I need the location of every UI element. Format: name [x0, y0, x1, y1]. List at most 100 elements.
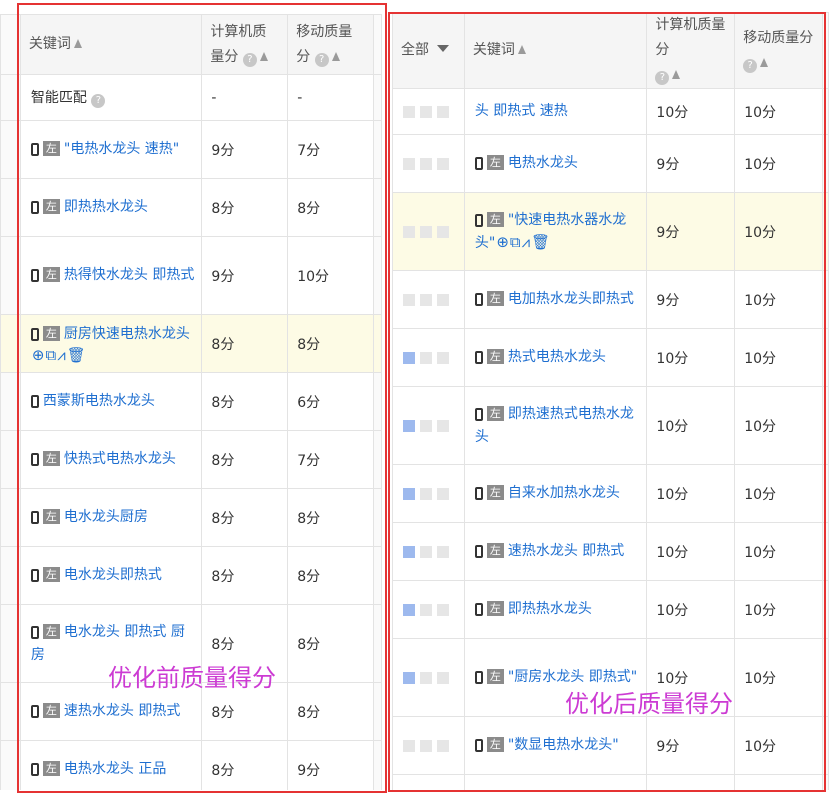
help-icon[interactable]: ?	[314, 52, 329, 67]
quality-bar	[403, 739, 415, 752]
trash-icon[interactable]: 🗑	[67, 346, 86, 364]
table-row[interactable]: 左 "数显电热水龙头" 9分 10分	[392, 716, 829, 775]
copy-icon[interactable]: ⧉	[46, 346, 57, 364]
table-row[interactable]: 左 "电热水龙头 速热" 9分 7分	[0, 120, 382, 179]
mobile-score: 10分	[734, 638, 823, 717]
table-row[interactable]: 头 即热式 速热 10分 10分	[392, 88, 829, 135]
pc-score: 9分	[646, 716, 736, 775]
after-header-pc-score[interactable]: 计算机质量分 ?	[646, 12, 736, 89]
table-row[interactable]: 西蒙斯电热水龙头 8分 6分	[0, 372, 382, 431]
left-badge: 左	[486, 543, 504, 558]
trash-icon[interactable]: 🗑	[531, 233, 550, 251]
quality-bar	[437, 157, 449, 170]
quality-bar	[403, 157, 415, 170]
quality-bar	[420, 487, 432, 500]
quality-bar	[403, 225, 415, 238]
table-row[interactable]: 左厨房快速电热水龙头 ⊕⧉⩘🗑 8分 8分	[0, 314, 382, 373]
mobile-score-header-label: 移动质量分	[743, 29, 814, 46]
smart-match-label: 智能匹配	[30, 90, 87, 106]
mobile-score: 8分	[287, 546, 374, 605]
table-row[interactable]: 左即热速热式电热水龙头 10分 10分	[392, 386, 829, 465]
left-badge: 左	[486, 485, 504, 500]
left-badge: 左	[42, 509, 60, 524]
help-icon[interactable]: ?	[242, 52, 257, 67]
quality-bar	[420, 603, 432, 616]
left-badge: 左	[42, 267, 60, 282]
sort-up-icon[interactable]	[672, 70, 681, 79]
sort-up-icon[interactable]	[760, 57, 769, 67]
pc-score: 8分	[201, 546, 289, 605]
after-header-keyword[interactable]: 关键词	[463, 12, 648, 89]
keyword-link[interactable]: 电水龙头厨房	[64, 509, 148, 525]
pc-score: 10分	[646, 580, 736, 639]
keyword-link[interactable]: 电热水龙头	[508, 155, 578, 171]
table-row[interactable]: 左电水龙头厨房 8分 8分	[0, 488, 382, 547]
table-row[interactable]: 左即热热水龙头 8分 8分	[0, 178, 382, 237]
keyword-link[interactable]: 快热式电热水龙头	[64, 451, 176, 467]
left-badge: 左	[486, 211, 504, 227]
phone-icon	[30, 328, 39, 341]
table-row[interactable]: 左速热水龙头 即热式 10分 10分	[392, 522, 829, 581]
filter-dropdown-all[interactable]: 全部	[392, 12, 465, 89]
table-row[interactable]: 左 "快速电热水器水龙头"⊕⧉⩘🗑 9分 10分	[392, 192, 829, 271]
table-row[interactable]: 左热得快水龙头 即热式 9分 10分	[0, 236, 382, 315]
table-row[interactable]: 左电热水龙头 正品 8分 9分	[0, 740, 382, 790]
keyword-link[interactable]: 热得快水龙头 即热式	[64, 267, 194, 283]
keyword-link[interactable]: 速热水龙头 即热式	[64, 703, 180, 719]
table-row[interactable]: 左电热水龙头 9分 10分	[392, 134, 829, 193]
quality-bar	[420, 157, 432, 170]
table-row[interactable]: 左电水龙头即热式 8分 8分	[0, 546, 382, 605]
before-header-mobile-score[interactable]: 移动质量分 ?	[287, 14, 374, 75]
target-icon[interactable]: ⊕	[496, 233, 509, 251]
keyword-link[interactable]: 速热水龙头 即热式	[508, 543, 624, 559]
keyword-link[interactable]: 热式电热水龙头	[508, 349, 606, 365]
after-header-mobile-score[interactable]: 移动质量分 ?	[734, 12, 823, 89]
pc-score: 10分	[646, 522, 736, 581]
copy-icon[interactable]: ⧉	[510, 233, 521, 251]
sort-up-icon[interactable]	[331, 51, 340, 61]
chart-icon[interactable]: ⩘	[522, 233, 530, 251]
keyword-link[interactable]: 电加热水龙头即热式	[508, 291, 634, 307]
keyword-link[interactable]: 厨房快速电热水龙头	[64, 326, 190, 342]
keyword-link[interactable]: 西蒙斯电热水龙头	[43, 393, 155, 409]
quality-bar	[437, 293, 449, 306]
keyword-link[interactable]: 即热热水龙头	[64, 199, 148, 215]
smart-match-row: 智能匹配 ? - -	[0, 74, 382, 121]
help-icon[interactable]: ?	[655, 71, 670, 85]
phone-icon	[474, 487, 483, 500]
help-icon[interactable]: ?	[91, 94, 106, 108]
keyword-link[interactable]: "数显电热水龙头"	[508, 737, 619, 753]
keyword-link[interactable]: 头 即热式 速热	[475, 103, 568, 119]
quality-bar	[420, 351, 432, 364]
keyword-link[interactable]: 即热热水龙头	[508, 601, 592, 617]
sort-up-icon[interactable]	[517, 45, 526, 54]
table-row[interactable]: 左快热式电热水龙头 8分 7分	[0, 430, 382, 489]
target-icon[interactable]: ⊕	[32, 346, 45, 364]
table-row[interactable]: 左热式电热水龙头 10分 10分	[392, 328, 829, 387]
help-icon[interactable]: ?	[743, 58, 758, 73]
quality-bar	[437, 739, 449, 752]
mobile-score: 10分	[734, 774, 823, 790]
sort-up-icon[interactable]	[259, 51, 268, 61]
left-badge: 左	[42, 623, 60, 639]
phone-icon	[474, 293, 483, 306]
chart-icon[interactable]: ⩘	[57, 346, 65, 364]
table-row[interactable]: 左即热热水龙头 10分 10分	[392, 580, 829, 639]
keyword-link[interactable]: "电热水龙头 速热"	[64, 141, 179, 157]
quality-bar	[420, 545, 432, 558]
phone-icon	[30, 705, 39, 718]
sort-up-icon[interactable]	[73, 39, 82, 48]
quality-bar	[403, 419, 415, 432]
keyword-link[interactable]: 电水龙头即热式	[64, 567, 162, 583]
left-badge: 左	[42, 141, 60, 156]
table-row[interactable]: 左热水龙10分10分	[392, 774, 829, 790]
keyword-link[interactable]: 电热水龙头 正品	[64, 761, 166, 777]
table-row[interactable]: 左自来水加热水龙头 10分 10分	[392, 464, 829, 523]
keyword-link[interactable]: 自来水加热水龙头	[508, 485, 620, 501]
before-header-pc-score[interactable]: 计算机质量分 ?	[201, 14, 289, 75]
keyword-link[interactable]: "厨房水龙头 即热式"	[508, 669, 637, 685]
table-row[interactable]: 左电加热水龙头即热式 9分 10分	[392, 270, 829, 329]
quality-bar	[403, 545, 415, 558]
before-header-keyword[interactable]: 关键词	[19, 14, 203, 75]
phone-icon	[30, 569, 39, 582]
